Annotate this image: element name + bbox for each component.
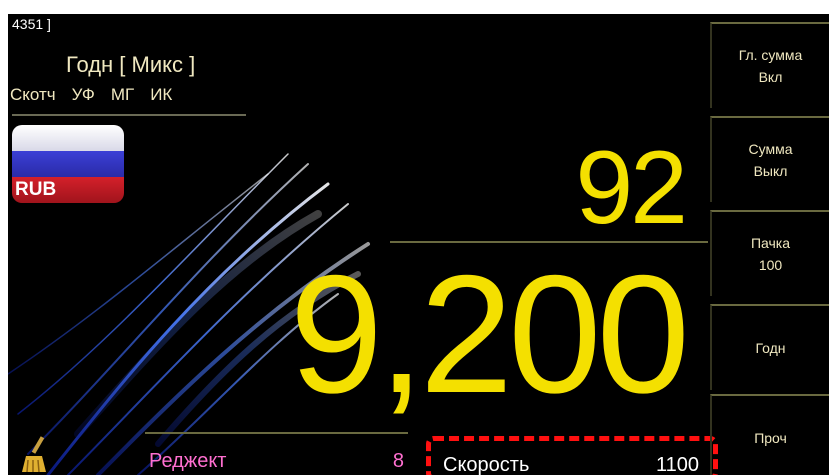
total-amount: 9,200 xyxy=(289,240,690,428)
other-button[interactable]: Проч xyxy=(710,394,829,475)
sensor-tape: Скотч xyxy=(10,85,56,104)
main-sum-label: Гл. сумма xyxy=(738,47,803,63)
main-sum-state: Вкл xyxy=(758,69,783,85)
currency-code: RUB xyxy=(15,179,57,200)
sum-state: Выкл xyxy=(753,163,788,179)
sensor-uv: УФ xyxy=(71,85,95,104)
speed-value: 1100 xyxy=(655,454,699,475)
reject-status: Реджект 8 xyxy=(145,432,408,475)
sensor-ir: ИК xyxy=(150,85,173,104)
fit-button[interactable]: Годн xyxy=(710,304,829,390)
russia-flag-icon[interactable]: RUB xyxy=(12,125,124,203)
speed-status: Скорость 1100 xyxy=(426,436,718,475)
photo-border-left xyxy=(0,0,8,475)
other-label: Проч xyxy=(754,430,787,446)
note-count: 92 xyxy=(575,130,688,246)
mode-title: Годн [ Микс ] xyxy=(66,52,196,77)
photo-border-top xyxy=(0,0,829,14)
speed-label: Скорость xyxy=(443,454,530,475)
sensor-mg: МГ xyxy=(110,85,135,104)
header-divider xyxy=(12,114,246,116)
sensor-list: Скотч УФ МГ ИК xyxy=(10,85,172,105)
sum-label: Сумма xyxy=(748,141,793,157)
side-menu: Гл. сумма Вкл Сумма Выкл Пачка 100 Годн … xyxy=(706,14,829,475)
batch-label: Пачка xyxy=(750,235,791,251)
broom-icon[interactable] xyxy=(20,434,50,474)
reject-value: 8 xyxy=(392,450,404,472)
fit-label: Годн xyxy=(755,340,786,356)
counter-id: 4351 ] xyxy=(12,16,51,32)
batch-value: 100 xyxy=(758,257,783,273)
main-sum-button[interactable]: Гл. сумма Вкл xyxy=(710,22,829,108)
device-screen: 4351 ] Годн [ Микс ] Скотч УФ МГ ИК RUB … xyxy=(8,14,829,475)
batch-button[interactable]: Пачка 100 xyxy=(710,210,829,296)
reject-label: Реджект xyxy=(149,450,227,472)
sum-button[interactable]: Сумма Выкл xyxy=(710,116,829,202)
